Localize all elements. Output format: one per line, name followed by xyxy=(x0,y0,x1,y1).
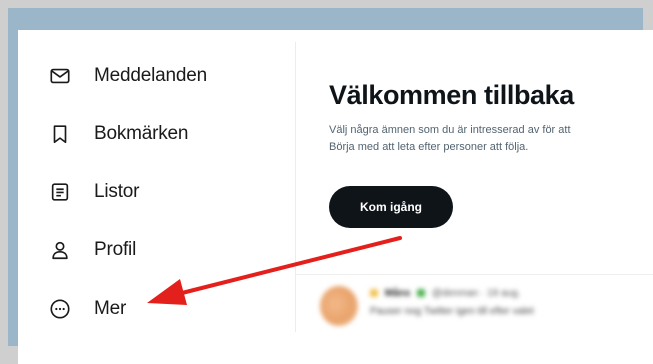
tweet-preview[interactable]: Måns @denman · 19 aug. Pauser nog Twitte… xyxy=(320,284,653,334)
avatar xyxy=(320,286,358,326)
flag-icon xyxy=(370,289,378,298)
welcome-text-line: Välj några ämnen som du är intresserad a… xyxy=(329,124,571,136)
sidebar-item-lists[interactable]: Listor xyxy=(48,172,139,212)
sidebar-item-more[interactable]: Mer xyxy=(48,289,126,329)
sidebar-nav: Meddelanden Bokmärken Listor Profil Mer xyxy=(18,30,288,364)
sidebar-item-messages[interactable]: Meddelanden xyxy=(48,56,207,96)
sidebar-item-bookmarks[interactable]: Bokmärken xyxy=(48,114,188,154)
main-content: Välkommen tillbaka Välj några ämnen som … xyxy=(296,42,653,364)
sidebar-item-profile[interactable]: Profil xyxy=(48,230,136,270)
verified-badge-icon xyxy=(417,289,426,298)
page-title: Välkommen tillbaka xyxy=(329,80,574,110)
sidebar-item-label: Listor xyxy=(94,181,140,202)
sidebar-item-label: Bokmärken xyxy=(94,123,189,144)
screenshot-frame: Meddelanden Bokmärken Listor Profil Mer … xyxy=(0,0,653,364)
welcome-text-line: Börja med att leta efter personer att fö… xyxy=(329,141,529,153)
list-icon xyxy=(48,180,72,204)
sidebar-item-label: Mer xyxy=(94,298,127,319)
person-icon xyxy=(48,238,72,262)
tweet-handle: @denman · 19 aug. xyxy=(431,288,521,299)
tweet-author-name: Måns xyxy=(384,288,411,299)
bookmark-icon xyxy=(48,122,72,146)
app-window: Meddelanden Bokmärken Listor Profil Mer … xyxy=(18,30,653,364)
tweet-meta: Måns @denman · 19 aug. xyxy=(370,288,520,299)
timeline-divider xyxy=(296,274,653,275)
get-started-button[interactable]: Kom igång xyxy=(329,186,453,228)
sidebar-item-label: Meddelanden xyxy=(94,65,207,86)
tweet-text: Pauser nog Twitter igen till efter valet xyxy=(370,306,534,317)
sidebar-item-label: Profil xyxy=(94,239,137,260)
welcome-description: Välj några ämnen som du är intresserad a… xyxy=(329,122,653,156)
more-circle-icon xyxy=(48,297,72,321)
mail-icon xyxy=(48,64,72,88)
